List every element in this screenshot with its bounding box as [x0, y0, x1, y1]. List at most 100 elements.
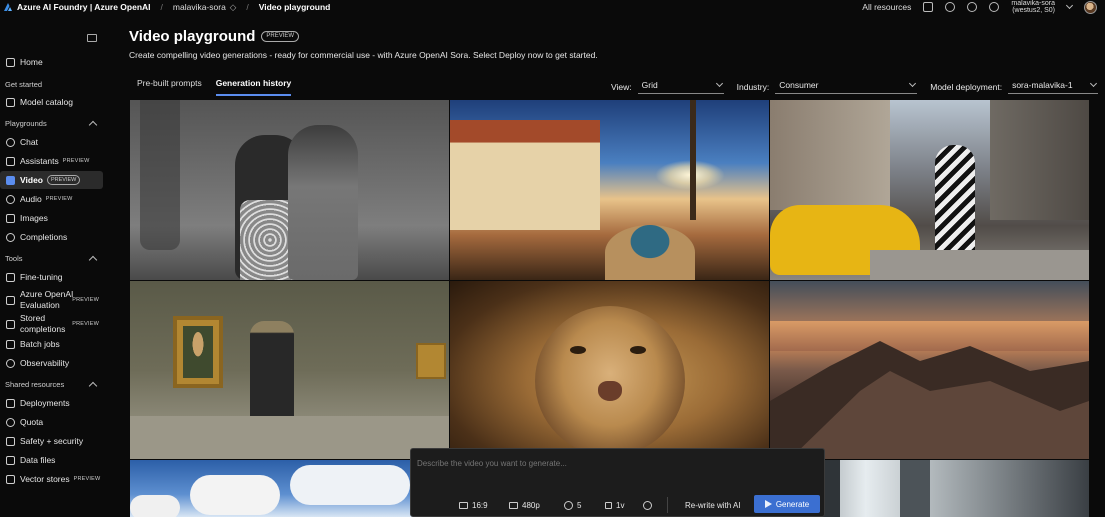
video-icon — [6, 175, 15, 185]
video-thumbnail-mountains[interactable] — [770, 281, 1089, 459]
feedback-icon[interactable] — [967, 2, 978, 12]
sidebar-item-observability[interactable]: Observability — [0, 354, 103, 372]
preview-tag: PREVIEW — [72, 321, 99, 327]
aspect-ratio-control[interactable]: 16:9 — [459, 501, 488, 510]
collapse-sidebar-icon[interactable] — [87, 34, 97, 42]
sidebar-item-label: Deployments — [20, 398, 70, 408]
painting-inner — [183, 326, 213, 378]
audio-icon — [6, 194, 15, 204]
video-thumbnail-lion[interactable] — [450, 281, 769, 459]
help-control[interactable] — [643, 501, 656, 510]
sidebar-item-label: Audio — [20, 194, 42, 204]
industry-label: Industry: — [736, 82, 770, 92]
deployment-select[interactable]: sora-malavika-1 — [1008, 79, 1099, 94]
sidebar-item-model-catalog[interactable]: Model catalog — [0, 93, 103, 111]
museum-floor — [130, 416, 449, 459]
rewrite-with-ai-button[interactable]: Re-write with AI — [685, 501, 741, 510]
preview-tag: PREVIEW — [47, 175, 81, 185]
chat-icon — [6, 137, 15, 147]
sidebar-item-data-files[interactable]: Data files — [0, 451, 103, 469]
project-switch-icon[interactable]: ◇ — [230, 2, 237, 13]
view-select[interactable]: Grid — [637, 79, 724, 94]
completions-icon — [6, 232, 15, 242]
section-tools[interactable]: Tools — [5, 254, 102, 265]
sidebar-item-chat[interactable]: Chat — [0, 133, 103, 151]
label-line: Evaluation — [20, 300, 60, 310]
industry-select[interactable]: Consumer — [775, 79, 918, 94]
all-resources-link[interactable]: All resources — [862, 2, 911, 12]
section-get-started: Get started — [5, 80, 102, 89]
video-thumbnail-city-street[interactable] — [770, 100, 1089, 280]
sidebar-item-label: Stored completions — [20, 313, 65, 335]
video-thumbnail-sky[interactable] — [130, 460, 449, 517]
chevron-up-icon[interactable] — [88, 255, 98, 265]
sidebar-item-label: Chat — [20, 137, 38, 147]
observability-icon — [6, 358, 15, 368]
breadcrumb-current: Video playground — [258, 2, 331, 12]
sidebar-item-deployments[interactable]: Deployments — [0, 394, 103, 412]
cloud-shape — [130, 495, 180, 517]
building-column — [900, 460, 930, 517]
section-shared-resources[interactable]: Shared resources — [5, 380, 102, 391]
send-icon — [764, 500, 772, 508]
catalog-icon — [6, 97, 15, 107]
batch-jobs-icon — [6, 339, 15, 349]
sidebar-item-quota[interactable]: Quota — [0, 413, 103, 431]
sidebar-item-label: Images — [20, 213, 48, 223]
view-label: View: — [611, 82, 632, 92]
page-title: Video playground PREVIEW — [129, 28, 300, 45]
sidebar-item-label: Fine-tuning — [20, 272, 63, 282]
sidebar-item-assistants[interactable]: Assistants PREVIEW — [0, 152, 103, 170]
chevron-down-icon — [1090, 79, 1098, 88]
section-playgrounds[interactable]: Playgrounds — [5, 119, 102, 130]
prompt-panel: 16:9 480p 5 1v Re-write with AI Generate — [410, 448, 825, 517]
settings-icon[interactable] — [945, 2, 956, 12]
brand-name: Azure AI Foundry | Azure OpenAI — [17, 2, 151, 12]
sidebar-item-batch-jobs[interactable]: Batch jobs — [0, 335, 103, 353]
sidebar-item-vector-stores[interactable]: Vector stores PREVIEW — [0, 470, 103, 488]
sidebar-item-audio[interactable]: Audio PREVIEW — [0, 190, 103, 208]
resolution-control[interactable]: 480p — [509, 501, 540, 510]
chevron-up-icon[interactable] — [88, 381, 98, 391]
sidebar-item-video[interactable]: Video PREVIEW — [0, 171, 103, 189]
duration-control[interactable]: 5 — [564, 501, 581, 510]
video-thumbnail-couple[interactable] — [130, 100, 449, 280]
help-icon[interactable] — [989, 2, 1000, 12]
sidebar-item-label: Vector stores — [20, 474, 70, 484]
shield-icon — [6, 436, 15, 446]
variants-icon — [605, 502, 612, 509]
account-chevron-icon[interactable] — [1065, 1, 1074, 10]
data-files-icon — [6, 455, 15, 465]
breadcrumb-project[interactable]: malavika-sora — [173, 2, 226, 12]
brand[interactable]: Azure AI Foundry | Azure OpenAI — [3, 2, 151, 12]
sidebar-item-images[interactable]: Images — [0, 209, 103, 227]
chevron-down-icon — [715, 79, 723, 88]
sidebar-item-safety[interactable]: Safety + security — [0, 432, 103, 450]
prompt-input[interactable] — [417, 459, 817, 468]
variants-control[interactable]: 1v — [605, 501, 624, 510]
sidebar-item-stored-completions[interactable]: Stored completions PREVIEW — [0, 313, 103, 335]
generate-button[interactable]: Generate — [754, 495, 820, 513]
account-info[interactable]: malavika-sora (westus2, S0) — [1011, 0, 1055, 14]
mountain-range — [770, 341, 1089, 459]
chevron-up-icon[interactable] — [88, 120, 98, 130]
sidebar-item-evaluation[interactable]: Azure OpenAI Evaluation PREVIEW — [0, 289, 103, 311]
video-thumbnail-villa[interactable] — [450, 100, 769, 280]
preview-tag: PREVIEW — [72, 297, 99, 303]
notifications-icon[interactable] — [923, 2, 934, 12]
help-icon — [643, 501, 652, 510]
sidebar-item-home[interactable]: Home — [0, 53, 103, 71]
tab-pre-built-prompts[interactable]: Pre-built prompts — [137, 78, 202, 96]
sidebar-item-label: Home — [20, 57, 43, 67]
deployment-label: Model deployment: — [930, 82, 1003, 92]
tab-generation-history[interactable]: Generation history — [215, 78, 292, 96]
sidebar-item-completions[interactable]: Completions — [0, 228, 103, 246]
video-thumbnail-museum[interactable] — [130, 281, 449, 459]
preview-tag: PREVIEW — [73, 476, 101, 482]
sidebar-item-label: Model catalog — [20, 97, 73, 107]
avatar[interactable] — [1084, 0, 1097, 14]
view-value: Grid — [641, 80, 658, 90]
sidebar-item-fine-tuning[interactable]: Fine-tuning — [0, 268, 103, 286]
section-label: Playgrounds — [5, 119, 47, 128]
label-line: Azure OpenAI — [20, 289, 74, 299]
